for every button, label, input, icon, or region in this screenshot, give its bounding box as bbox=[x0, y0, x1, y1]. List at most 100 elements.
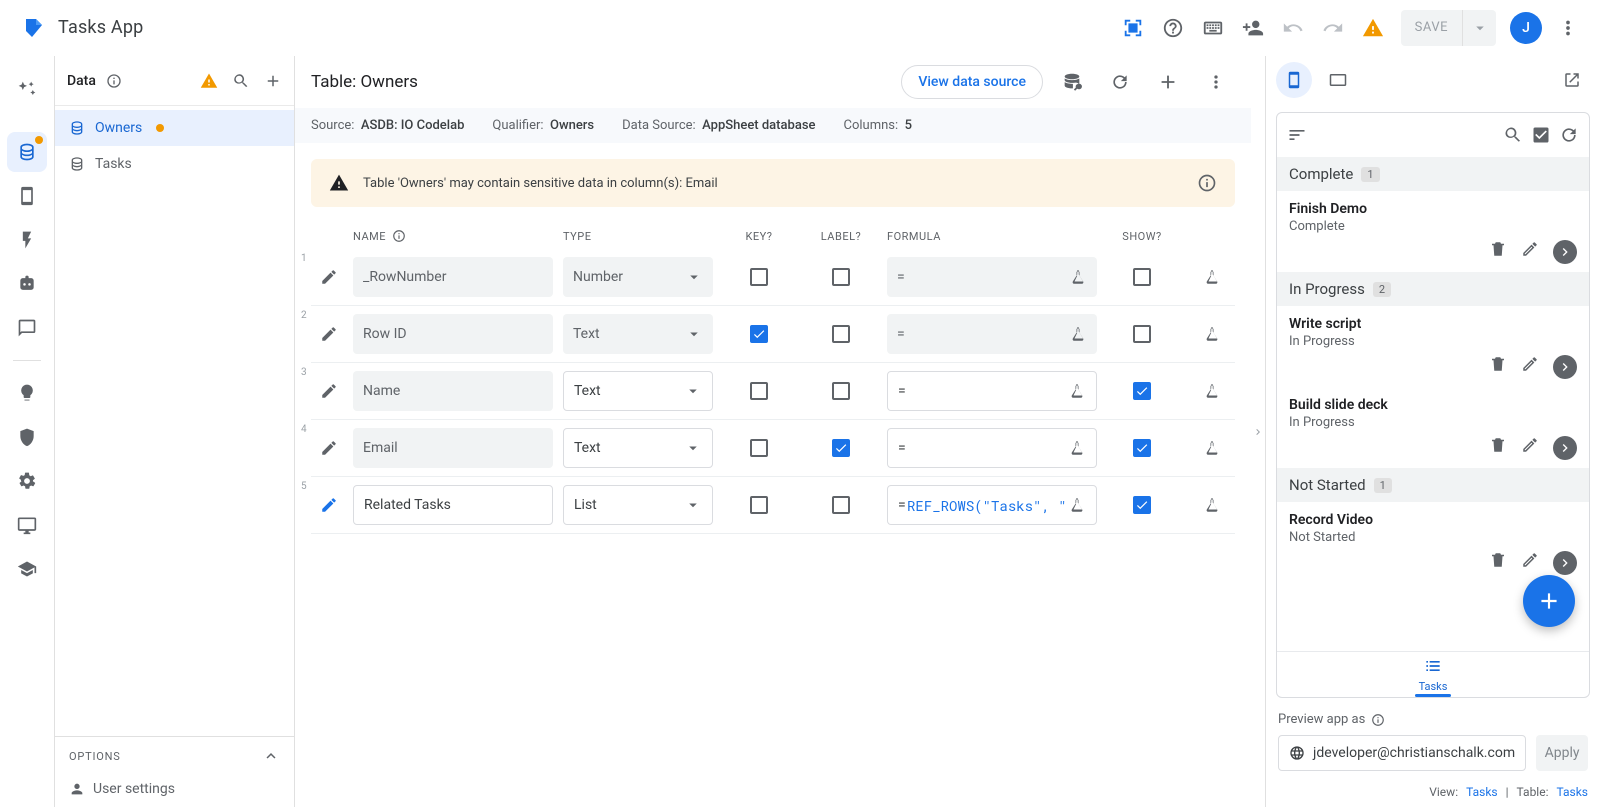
preview-apply-button[interactable]: Apply bbox=[1536, 735, 1588, 771]
info-icon[interactable] bbox=[106, 73, 122, 89]
preview-as-email-input[interactable]: jdeveloper@christianschalk.com bbox=[1278, 735, 1526, 771]
preview-group-header[interactable]: Not Started1 bbox=[1277, 468, 1589, 502]
rail-learn-button[interactable] bbox=[7, 549, 47, 589]
app-warnings-button[interactable] bbox=[1353, 8, 1393, 48]
account-avatar[interactable]: J bbox=[1510, 12, 1542, 44]
banner-info-button[interactable] bbox=[1197, 173, 1217, 193]
checkbox[interactable] bbox=[832, 496, 850, 514]
keyboard-shortcuts-button[interactable] bbox=[1193, 8, 1233, 48]
checkbox[interactable] bbox=[750, 439, 768, 457]
checkbox[interactable] bbox=[832, 439, 850, 457]
preview-list-item[interactable]: Write scriptIn Progress bbox=[1277, 306, 1589, 387]
data-tree-item[interactable]: Tasks bbox=[55, 146, 294, 182]
preview-list-item[interactable]: Finish DemoComplete bbox=[1277, 191, 1589, 272]
checkbox[interactable] bbox=[1133, 268, 1151, 286]
rail-views-button[interactable] bbox=[7, 176, 47, 216]
open-item-button[interactable] bbox=[1553, 551, 1577, 575]
delete-item-button[interactable] bbox=[1489, 436, 1507, 454]
search-data-button[interactable] bbox=[232, 72, 250, 90]
rail-actions-button[interactable] bbox=[7, 220, 47, 260]
preview-fab-add[interactable] bbox=[1523, 575, 1575, 627]
column-name-input[interactable]: Row ID bbox=[353, 314, 553, 354]
preview-list-item[interactable]: Record VideoNot Started bbox=[1277, 502, 1589, 583]
checkbox[interactable] bbox=[832, 325, 850, 343]
preview-group-header[interactable]: Complete1 bbox=[1277, 157, 1589, 191]
column-type-select[interactable]: Text bbox=[563, 314, 713, 354]
test-button[interactable] bbox=[1187, 382, 1237, 400]
column-name-input[interactable]: Name bbox=[353, 371, 553, 411]
preview-list-item[interactable]: Build slide deckIn Progress bbox=[1277, 387, 1589, 468]
open-item-button[interactable] bbox=[1553, 240, 1577, 264]
open-item-button[interactable] bbox=[1553, 436, 1577, 460]
checkbox[interactable] bbox=[750, 268, 768, 286]
edit-column-button[interactable] bbox=[315, 325, 343, 343]
save-button[interactable]: SAVE bbox=[1401, 10, 1496, 46]
checkbox[interactable] bbox=[750, 382, 768, 400]
preview-collapse-handle[interactable] bbox=[1251, 56, 1265, 807]
preview-bottom-nav[interactable]: Tasks bbox=[1277, 651, 1589, 697]
edit-item-button[interactable] bbox=[1521, 551, 1539, 569]
rail-intelligence-button[interactable] bbox=[7, 373, 47, 413]
preview-tablet-tab[interactable] bbox=[1320, 62, 1356, 98]
delete-item-button[interactable] bbox=[1489, 551, 1507, 569]
ai-scan-button[interactable] bbox=[1113, 8, 1153, 48]
help-button[interactable] bbox=[1153, 8, 1193, 48]
table-settings-button[interactable] bbox=[1053, 63, 1091, 101]
formula-input[interactable]: = bbox=[887, 428, 1097, 468]
test-button[interactable] bbox=[1187, 496, 1237, 514]
share-button[interactable] bbox=[1233, 8, 1273, 48]
column-type-select[interactable]: Text bbox=[563, 428, 713, 468]
view-data-source-button[interactable]: View data source bbox=[901, 65, 1043, 99]
rail-manage-button[interactable] bbox=[7, 505, 47, 545]
rail-automation-button[interactable] bbox=[7, 264, 47, 304]
delete-item-button[interactable] bbox=[1489, 240, 1507, 258]
preview-group-header[interactable]: In Progress2 bbox=[1277, 272, 1589, 306]
column-name-input[interactable]: _RowNumber bbox=[353, 257, 553, 297]
user-settings-link[interactable]: User settings bbox=[55, 775, 294, 807]
warning-icon[interactable] bbox=[200, 72, 218, 90]
redo-button[interactable] bbox=[1313, 8, 1353, 48]
checkbox[interactable] bbox=[1133, 325, 1151, 343]
test-button[interactable] bbox=[1187, 325, 1237, 343]
column-name-input[interactable]: Related Tasks bbox=[353, 485, 553, 525]
preview-refresh-button[interactable] bbox=[1559, 125, 1579, 145]
test-button[interactable] bbox=[1187, 268, 1237, 286]
regen-button[interactable] bbox=[1101, 63, 1139, 101]
checkbox[interactable] bbox=[1133, 439, 1151, 457]
appbar-more-button[interactable] bbox=[1548, 8, 1588, 48]
save-options-dropdown[interactable] bbox=[1462, 10, 1496, 46]
edit-column-button[interactable] bbox=[315, 496, 343, 514]
formula-input[interactable]: = bbox=[887, 314, 1097, 354]
undo-button[interactable] bbox=[1273, 8, 1313, 48]
formula-input[interactable]: = REF_ROWS("Tasks", " bbox=[887, 485, 1097, 525]
edit-item-button[interactable] bbox=[1521, 436, 1539, 454]
rail-chat-button[interactable] bbox=[7, 308, 47, 348]
delete-item-button[interactable] bbox=[1489, 355, 1507, 373]
rail-autofix-button[interactable] bbox=[7, 70, 47, 110]
options-toggle[interactable]: OPTIONS bbox=[55, 736, 294, 775]
edit-column-button[interactable] bbox=[315, 439, 343, 457]
rail-security-button[interactable] bbox=[7, 417, 47, 457]
edit-item-button[interactable] bbox=[1521, 240, 1539, 258]
info-icon[interactable] bbox=[1371, 713, 1385, 727]
sort-icon[interactable] bbox=[1287, 125, 1307, 145]
checkbox[interactable] bbox=[832, 382, 850, 400]
checkbox[interactable] bbox=[1133, 496, 1151, 514]
open-preview-button[interactable] bbox=[1554, 62, 1590, 98]
column-name-input[interactable]: Email bbox=[353, 428, 553, 468]
data-tree-item[interactable]: Owners bbox=[55, 110, 294, 146]
formula-input[interactable]: = bbox=[887, 257, 1097, 297]
column-type-select[interactable]: Text bbox=[563, 371, 713, 411]
preview-phone-tab[interactable] bbox=[1276, 62, 1312, 98]
preview-table-link[interactable]: Tasks bbox=[1557, 785, 1589, 799]
column-type-select[interactable]: Number bbox=[563, 257, 713, 297]
edit-item-button[interactable] bbox=[1521, 355, 1539, 373]
checkbox[interactable] bbox=[1133, 382, 1151, 400]
open-item-button[interactable] bbox=[1553, 355, 1577, 379]
rail-settings-button[interactable] bbox=[7, 461, 47, 501]
edit-column-button[interactable] bbox=[315, 268, 343, 286]
checkbox[interactable] bbox=[750, 325, 768, 343]
checkbox[interactable] bbox=[832, 268, 850, 286]
preview-view-link[interactable]: Tasks bbox=[1466, 785, 1498, 799]
rail-data-button[interactable] bbox=[7, 132, 47, 172]
